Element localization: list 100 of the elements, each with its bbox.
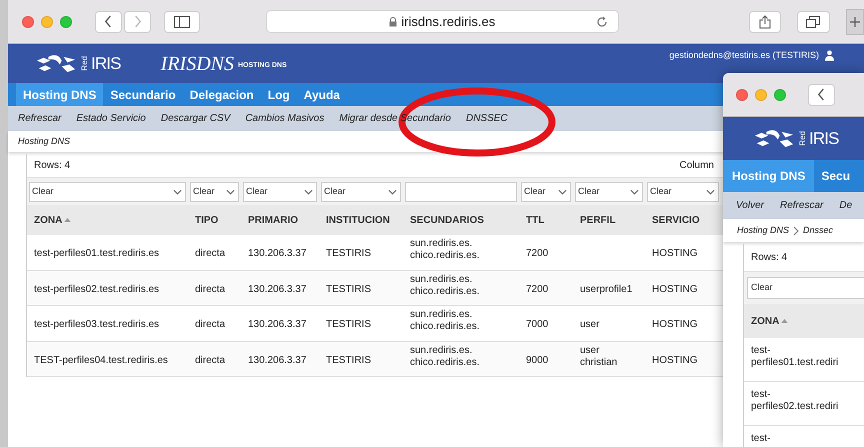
sidebar-icon	[174, 16, 190, 28]
table-cell: 130.206.3.37	[248, 354, 306, 367]
table-cell: userprofile1	[580, 284, 632, 296]
filter-input[interactable]	[405, 182, 517, 202]
sidebar-button[interactable]	[164, 10, 200, 32]
table-cell: directa	[195, 354, 226, 367]
action-link[interactable]: Refrescar	[780, 198, 824, 213]
chevron-down-icon	[558, 188, 567, 194]
breadcrumb-link[interactable]: Dnssec	[803, 224, 834, 238]
share-button[interactable]	[748, 10, 781, 32]
logo-prefix: Red	[799, 131, 807, 146]
table-row[interactable]: test-	[744, 426, 864, 447]
tabs-icon	[806, 16, 820, 28]
chevron-down-icon	[304, 188, 313, 194]
filter-dropdown[interactable]: Clear	[575, 182, 643, 202]
table-cell: 130.206.3.37	[248, 319, 306, 332]
table-cell: directa	[195, 284, 226, 296]
table-cell: test-	[751, 433, 770, 445]
filter-dropdown[interactable]: Clear	[29, 182, 186, 202]
logo-prefix: Red	[81, 56, 89, 71]
app-title: IRISDNS	[160, 52, 234, 76]
filter-dropdown[interactable]: Clear	[521, 182, 571, 202]
table-cell: directa	[195, 248, 226, 260]
column-header[interactable]: TIPO	[195, 212, 218, 228]
table-cell: TESTIRIS	[326, 284, 372, 296]
back-icon	[104, 15, 113, 28]
logo-text: IRIS	[809, 130, 839, 147]
chevron-down-icon	[173, 188, 182, 194]
table-cell: HOSTING	[652, 284, 698, 296]
action-link[interactable]: Estado Servicio	[76, 111, 146, 126]
back-button[interactable]	[808, 84, 835, 106]
table-row[interactable]: test- perfiles02.test.rediri	[744, 382, 864, 426]
breadcrumb-link[interactable]: Hosting DNS	[18, 134, 70, 148]
table-cell: directa	[195, 319, 226, 332]
action-link[interactable]: Descargar CSV	[160, 111, 230, 126]
logo-text: IRIS	[91, 55, 121, 72]
window-control[interactable]	[736, 88, 748, 100]
table-cell: HOSTING	[652, 319, 698, 332]
logo-icon	[35, 53, 77, 74]
reload-icon[interactable]	[596, 16, 608, 28]
column-header[interactable]: ZONA	[751, 314, 780, 328]
table-cell: test-perfiles01.test.rediris.es	[34, 248, 160, 260]
breadcrumb-link[interactable]: Hosting DNS	[737, 224, 790, 238]
address-bar[interactable]: irisdns.rediris.es	[266, 10, 619, 33]
back-icon	[817, 88, 826, 101]
table-cell: test-perfiles02.test.rediris.es	[34, 284, 160, 296]
filter-dropdown[interactable]: Clear	[243, 182, 317, 202]
column-header[interactable]: PRIMARIO	[248, 212, 298, 228]
action-link[interactable]: DNSSEC	[466, 111, 508, 126]
action-link[interactable]: Volver	[736, 198, 764, 213]
columns-button[interactable]: Column	[680, 158, 714, 173]
table-cell: TESTIRIS	[326, 319, 372, 332]
tabs-button[interactable]	[796, 10, 830, 32]
nav-tab[interactable]: Delegacion	[182, 83, 261, 106]
chevron-right-icon	[793, 226, 800, 236]
column-header[interactable]: PERFIL	[580, 212, 616, 228]
user-icon[interactable]	[825, 50, 834, 62]
share-icon	[758, 14, 771, 28]
user-name: gestiondedns@testiris.es (TESTIRIS)	[669, 49, 819, 62]
forward-icon	[133, 15, 142, 28]
action-link[interactable]: De	[839, 198, 852, 213]
column-header[interactable]: INSTITUCION	[326, 212, 390, 228]
column-header[interactable]: SECUNDARIOS	[410, 212, 484, 228]
table-cell: sun.rediris.es. chico.rediris.es.	[410, 309, 480, 334]
table-cell: test-perfiles03.test.rediris.es	[34, 319, 160, 332]
chevron-down-icon	[706, 188, 715, 194]
column-header[interactable]: SERVICIO	[652, 212, 700, 228]
table-cell: TESTIRIS	[326, 248, 372, 260]
table-cell: 130.206.3.37	[248, 248, 306, 260]
table-cell: 7200	[526, 284, 548, 296]
nav-tab[interactable]: Ayuda	[296, 83, 347, 106]
new-tab-button[interactable]	[846, 8, 864, 34]
table-cell: TEST-perfiles04.test.rediris.es	[34, 354, 168, 367]
table-cell: sun.rediris.es. chico.rediris.es.	[410, 274, 480, 298]
window-control[interactable]	[22, 16, 34, 28]
nav-tab[interactable]: Secu	[814, 160, 858, 192]
filter-dropdown[interactable]: Clear	[321, 182, 401, 202]
nav-tab[interactable]: Secundario	[103, 83, 183, 106]
filter-dropdown[interactable]: Clear	[647, 182, 719, 202]
column-header[interactable]: ZONA	[34, 212, 62, 228]
action-link[interactable]: Refrescar	[18, 111, 62, 126]
table-row[interactable]: TEST-perfiles04.test.rediris.es directa 130.206.3.37 TESTIRIS sun.rediris.es. chico.rediris.es. 9000 user christian HOSTING	[27, 342, 726, 377]
table-cell: test- perfiles02.test.rediri	[751, 389, 838, 413]
table-row[interactable]: test-perfiles02.test.rediris.es directa 130.206.3.37 TESTIRIS sun.rediris.es. chico.rediris.es. 7200 userprofile1 HOSTING	[27, 270, 726, 306]
chevron-down-icon	[388, 188, 397, 194]
table-cell: HOSTING	[652, 354, 698, 367]
column-header[interactable]: TTL	[526, 212, 544, 228]
action-link[interactable]: Cambios Masivos	[245, 111, 324, 126]
table-cell: 7000	[526, 319, 548, 332]
table-cell: test- perfiles01.test.rediri	[751, 345, 838, 369]
table-cell: user christian	[580, 344, 618, 369]
filter-dropdown[interactable]: Clear	[747, 277, 864, 299]
table-cell: TESTIRIS	[326, 354, 372, 367]
back-button[interactable]	[95, 10, 122, 32]
table-cell: 130.206.3.37	[248, 284, 306, 296]
chevron-down-icon	[226, 188, 235, 194]
nav-tab[interactable]: Log	[260, 83, 297, 106]
table-cell: HOSTING	[652, 248, 698, 260]
filter-dropdown[interactable]: Clear	[190, 182, 239, 202]
table-row[interactable]: test- perfiles01.test.rediri	[744, 338, 864, 382]
